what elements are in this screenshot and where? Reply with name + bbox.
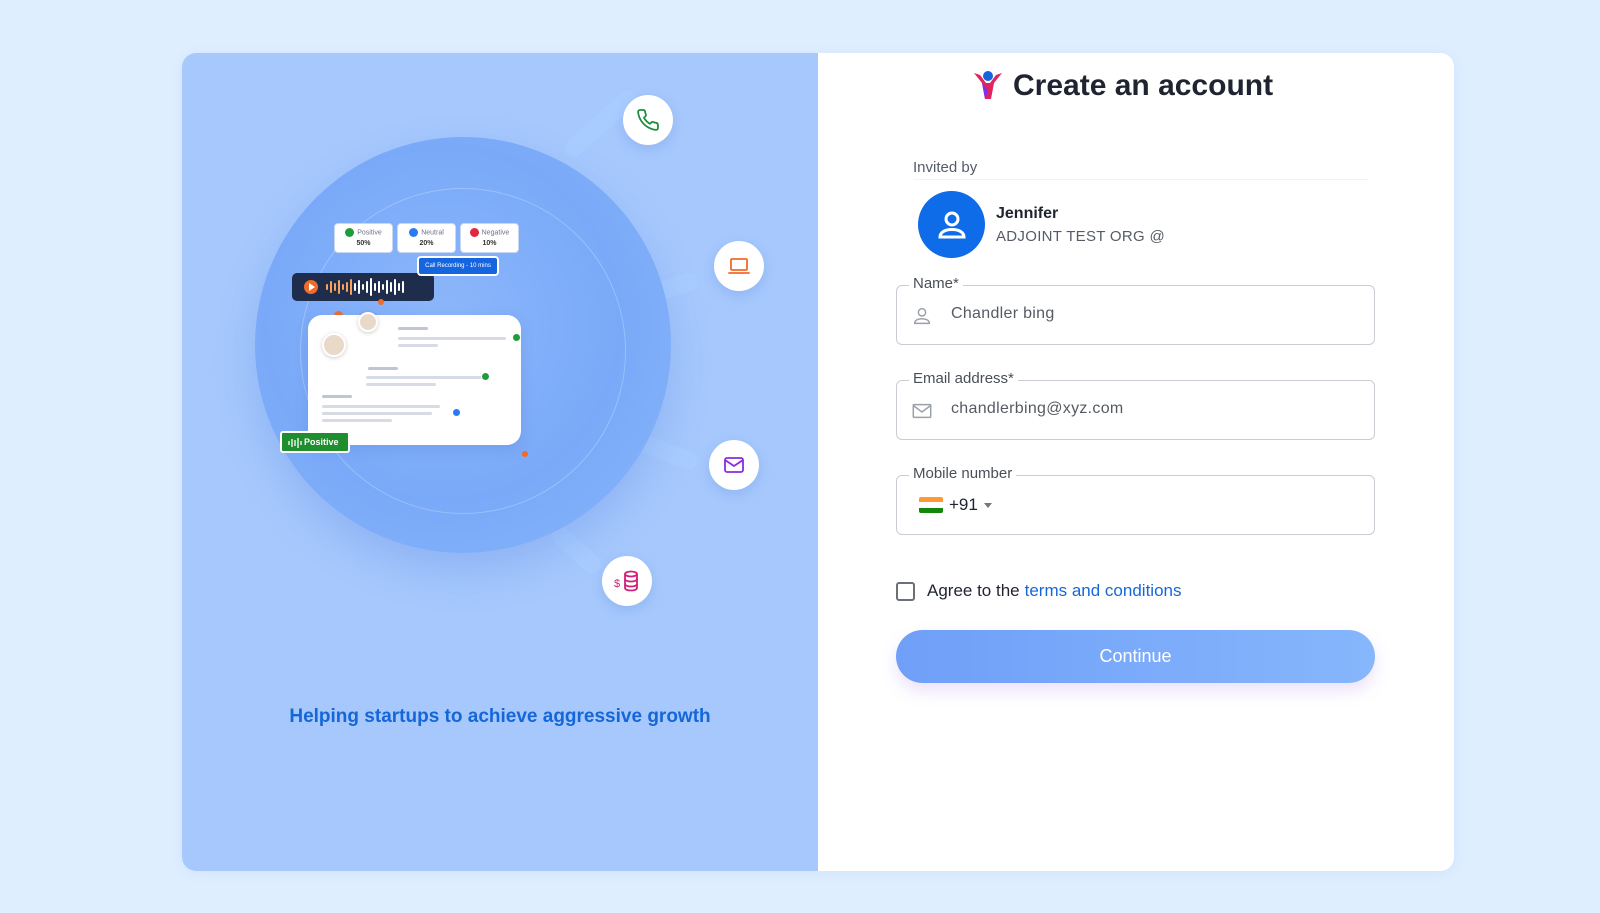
audio-player: [292, 273, 434, 301]
inviter-org: ADJOINT TEST ORG @: [996, 228, 1165, 245]
inviter-avatar: [918, 191, 985, 258]
india-flag-icon: [919, 497, 943, 513]
page-title: Create an account: [1013, 69, 1274, 102]
chat-avatar: [322, 333, 346, 357]
tagline: Helping startups to achieve aggressive g…: [289, 706, 711, 727]
stat-neutral: Neutral 20%: [397, 223, 456, 253]
email-field[interactable]: Email address* chandlerbing@xyz.com: [896, 370, 1375, 440]
money-icon: $: [602, 556, 652, 606]
status-dot: [512, 333, 521, 342]
email-field-label: Email address*: [909, 370, 1018, 387]
mail-outline-icon: [912, 403, 932, 419]
email-input[interactable]: chandlerbing@xyz.com: [951, 400, 1124, 418]
dial-code: +91: [949, 495, 978, 514]
terms-agreement: Agree to the terms and conditions: [896, 581, 1182, 601]
illustration-panel: $ Positive 50% Neutral 20% Negative 10% …: [182, 53, 818, 871]
svg-text:$: $: [614, 578, 620, 590]
status-dot: [481, 372, 490, 381]
mail-icon: [709, 440, 759, 490]
invited-by-label: Invited by: [913, 159, 978, 176]
decor-dot: [378, 299, 384, 305]
adjoint-logo-icon: [974, 71, 1002, 99]
phone-icon: [623, 95, 673, 145]
name-input[interactable]: Chandler bing: [951, 305, 1055, 323]
page-header: Create an account: [971, 69, 1273, 103]
status-dot: [452, 408, 461, 417]
laptop-icon: [714, 241, 764, 291]
recording-tag: Call Recording - 10 mins: [417, 256, 499, 276]
signup-form-panel: Create an account Invited by Jennifer AD…: [818, 53, 1454, 871]
inviter-name: Jennifer: [996, 205, 1059, 222]
decor-dot: [522, 451, 528, 457]
mobile-field-label: Mobile number: [909, 465, 1017, 482]
user-icon: [937, 211, 966, 238]
divider: [913, 179, 1368, 180]
neutral-dot-icon: [409, 228, 419, 237]
signup-card: $ Positive 50% Neutral 20% Negative 10% …: [182, 53, 1454, 871]
negative-dot-icon: [469, 228, 479, 237]
stat-negative: Negative 10%: [460, 223, 519, 253]
person-icon: [913, 307, 931, 325]
play-icon: [304, 280, 318, 294]
name-field-label: Name*: [909, 275, 963, 292]
positive-dot-icon: [345, 228, 355, 237]
waveform-icon: [288, 438, 302, 448]
terms-link[interactable]: terms and conditions: [1025, 581, 1182, 600]
chat-avatar: [358, 312, 378, 332]
country-code-select[interactable]: +91: [919, 495, 992, 515]
chevron-down-icon: [983, 502, 992, 508]
continue-button[interactable]: Continue: [896, 630, 1375, 683]
agree-text: Agree to the terms and conditions: [927, 581, 1182, 600]
decor-spoke: [547, 523, 605, 577]
name-field[interactable]: Name* Chandler bing: [896, 275, 1375, 345]
sentiment-stats: Positive 50% Neutral 20% Negative 10%: [334, 223, 519, 253]
mobile-field[interactable]: Mobile number +91: [896, 465, 1375, 535]
terms-checkbox[interactable]: [896, 581, 915, 601]
stat-positive: Positive 50%: [334, 223, 393, 253]
